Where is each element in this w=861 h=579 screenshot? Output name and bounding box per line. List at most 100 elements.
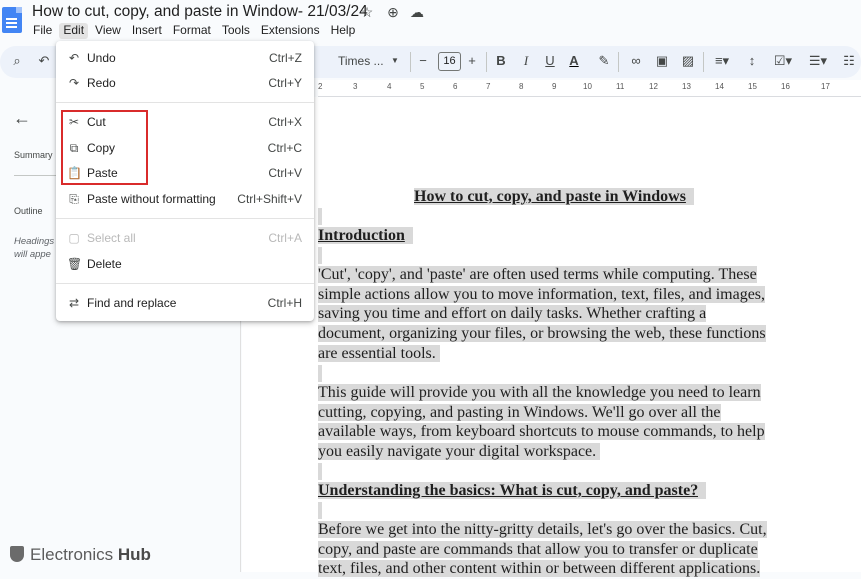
increase-font-size-icon[interactable]: + <box>465 52 479 70</box>
ruler-number: 11 <box>616 82 625 91</box>
menu-item-redo[interactable]: ↷ Redo Ctrl+Y <box>56 71 314 95</box>
line-spacing-icon[interactable]: ↕ <box>744 52 760 70</box>
summary-label: Summary <box>14 150 53 160</box>
paragraph-guide[interactable]: This guide will provide you with all the… <box>318 383 765 482</box>
ruler-number: 2 <box>318 82 323 91</box>
text-line: text, files, and other content within or… <box>318 560 761 578</box>
text-line: Before we get into the nitty-gritty deta… <box>318 521 767 538</box>
menu-item-shortcut: Ctrl+V <box>268 166 302 180</box>
menu-item-shortcut: Ctrl+Shift+V <box>237 192 302 206</box>
menu-edit[interactable]: Edit <box>59 23 89 39</box>
insert-image-icon[interactable]: ▨ <box>680 52 696 70</box>
watermark-brand: Electronics <box>30 545 118 564</box>
menu-insert[interactable]: Insert <box>132 23 162 39</box>
ruler-number: 8 <box>519 82 524 91</box>
paste-plain-icon: ⎘ <box>69 192 79 206</box>
ruler-number: 6 <box>453 82 458 91</box>
align-icon[interactable]: ≡▾ <box>711 52 733 70</box>
cloud-status-icon[interactable]: ☁ <box>409 4 425 20</box>
menu-divider <box>56 102 314 103</box>
back-arrow-icon[interactable]: ← <box>13 108 31 129</box>
blank-line <box>318 207 323 227</box>
ruler-number: 3 <box>353 82 358 91</box>
outline-hint-line: will appe <box>14 249 51 260</box>
menu-extensions[interactable]: Extensions <box>261 23 320 39</box>
star-icon[interactable]: ☆ <box>359 4 375 20</box>
add-comment-icon[interactable]: ▣ <box>654 52 670 70</box>
checklist-icon[interactable]: ☑▾ <box>770 52 796 70</box>
heading-text: How to cut, copy, and paste in Windows <box>414 188 686 205</box>
highlight-annotation-box <box>61 110 148 185</box>
menu-item-label: Redo <box>87 76 116 90</box>
paragraph-intro[interactable]: 'Cut', 'copy', and 'paste' are often use… <box>318 265 766 383</box>
search-menus-icon[interactable]: ⌕ <box>8 52 26 70</box>
select-all-icon: ▢ <box>68 231 80 245</box>
text-line: This guide will provide you with all the… <box>318 384 761 401</box>
menu-format[interactable]: Format <box>173 23 211 39</box>
menu-divider <box>56 218 314 219</box>
outline-label: Outline <box>14 206 43 216</box>
menu-item-label: Paste without formatting <box>87 192 216 206</box>
underline-icon[interactable]: U <box>543 52 557 70</box>
font-size-input[interactable]: 16 <box>438 52 461 71</box>
ruler-number: 7 <box>486 82 491 91</box>
menu-item-undo[interactable]: ↶ Undo Ctrl+Z <box>56 46 314 70</box>
highlight-color-icon[interactable]: ✎ <box>597 52 611 70</box>
paragraph-basics[interactable]: Before we get into the nitty-gritty deta… <box>318 520 767 579</box>
text-color-icon[interactable]: A <box>567 52 581 70</box>
decrease-font-size-icon[interactable]: − <box>416 52 430 70</box>
heading-introduction[interactable]: Introduction <box>318 226 413 246</box>
horizontal-ruler[interactable]: 2 3 4 5 6 7 8 9 10 11 12 13 14 15 16 17 <box>318 80 861 97</box>
font-family-select[interactable]: Times ... ▼ <box>331 50 403 72</box>
menu-item-shortcut: Ctrl+A <box>268 231 302 245</box>
menu-item-label: Find and replace <box>87 296 177 310</box>
heading-text: Understanding the basics: What is cut, c… <box>318 482 699 499</box>
watermark-brand-bold: Hub <box>117 545 151 564</box>
ruler-number: 13 <box>682 82 691 91</box>
ruler-number: 15 <box>748 82 757 91</box>
heading-basics[interactable]: Understanding the basics: What is cut, c… <box>318 481 707 501</box>
text-line: are essential tools. <box>318 344 436 362</box>
heading-text: Introduction <box>318 227 405 244</box>
bulleted-list-icon[interactable]: ☰▾ <box>806 52 830 70</box>
menu-item-shortcut: Ctrl+C <box>267 141 302 155</box>
numbered-list-icon[interactable]: ☷ <box>840 52 858 70</box>
undo-icon[interactable]: ↶ <box>36 52 52 70</box>
move-to-folder-icon[interactable]: ⊕ <box>385 4 401 20</box>
ruler-number: 17 <box>821 82 830 91</box>
text-line: copy, and paste are commands that allow … <box>318 540 758 558</box>
summary-divider <box>14 175 58 176</box>
menu-item-find-replace[interactable]: ⇄ Find and replace Ctrl+H <box>56 291 314 315</box>
menu-item-paste-without-formatting[interactable]: ⎘ Paste without formatting Ctrl+Shift+V <box>56 187 314 211</box>
ruler-number: 14 <box>715 82 724 91</box>
toolbar-divider <box>410 52 411 72</box>
toolbar-divider <box>486 52 487 72</box>
outline-hint-line: Headings <box>14 236 55 247</box>
italic-icon[interactable]: I <box>519 52 533 70</box>
text-line: saving you time and effort on daily task… <box>318 305 707 323</box>
bold-icon[interactable]: B <box>494 52 508 70</box>
text-line: simple actions allow you to move informa… <box>318 285 766 303</box>
menu-item-label: Select all <box>87 231 136 245</box>
ruler-number: 5 <box>420 82 425 91</box>
menu-file[interactable]: File <box>33 23 52 39</box>
outline-hint: Headings will appe <box>14 235 54 261</box>
menu-view[interactable]: View <box>95 23 121 39</box>
ruler-number: 10 <box>583 82 592 91</box>
trash-icon: 🗑 <box>67 257 83 271</box>
menu-help[interactable]: Help <box>331 23 356 39</box>
insert-link-icon[interactable]: ∞ <box>627 52 645 70</box>
ruler-number: 16 <box>781 82 790 91</box>
ruler-number: 9 <box>552 82 557 91</box>
ruler-number: 4 <box>387 82 392 91</box>
docs-logo-icon[interactable] <box>2 7 22 33</box>
menu-tools[interactable]: Tools <box>222 23 250 39</box>
font-family-value: Times ... <box>338 54 384 68</box>
text-line: available ways, from keyboard shortcuts … <box>318 423 765 441</box>
blank-line <box>318 501 322 521</box>
document-title[interactable]: How to cut, copy, and paste in Window- 2… <box>32 3 368 21</box>
document-title-heading[interactable]: How to cut, copy, and paste in Windows <box>414 187 694 207</box>
menu-item-delete[interactable]: 🗑 Delete <box>56 252 314 276</box>
chevron-down-icon: ▼ <box>391 56 399 65</box>
undo-icon: ↶ <box>68 51 80 65</box>
